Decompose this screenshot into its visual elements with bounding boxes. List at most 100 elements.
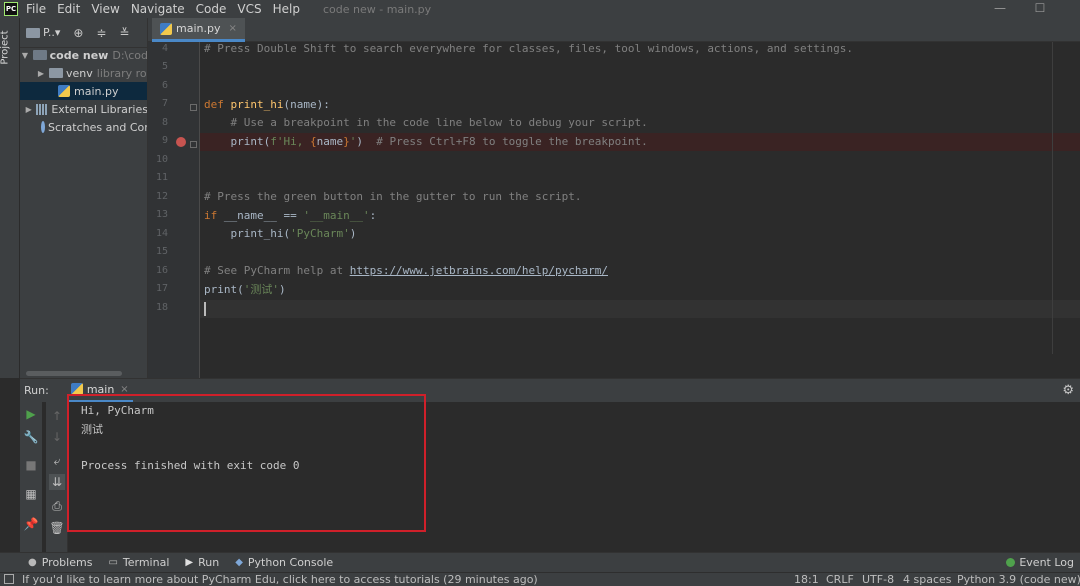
horizontal-scrollbar[interactable] <box>26 371 122 376</box>
breakpoint-icon[interactable] <box>176 137 186 147</box>
code-line-16[interactable]: # See PyCharm help at https://www.jetbra… <box>204 262 608 280</box>
code-line-9[interactable]: print(f'Hi, {name}') # Press Ctrl+F8 to … <box>204 133 648 151</box>
collapse-all-icon[interactable]: ≑ <box>93 25 109 41</box>
python-file-icon <box>70 383 83 395</box>
run-toolbar-secondary: ↑ ↓ ⤶ ⇊ ⎙ 🗑 <box>46 402 68 552</box>
close-icon[interactable]: × <box>120 384 128 395</box>
tree-item-label: code new <box>49 48 109 62</box>
layout-icon[interactable]: ▦ <box>23 486 39 502</box>
tree-item-path: D:\cod <box>112 48 148 62</box>
tab-label: main.py <box>176 22 221 35</box>
code-comment: # Press Ctrl+F8 to toggle the breakpoint… <box>376 135 648 148</box>
gear-icon[interactable]: ⚙ <box>1062 383 1074 398</box>
code-text: ) <box>349 227 357 240</box>
python-file-icon <box>160 22 172 35</box>
tree-item-main-py[interactable]: main.py <box>20 82 147 100</box>
tree-item-code-new[interactable]: ▼ code new D:\cod <box>20 46 148 64</box>
terminal-icon: ▭ <box>108 557 118 568</box>
run-icon: ▶ <box>185 557 194 568</box>
minimize-icon[interactable]: — <box>980 0 1020 18</box>
chevron-right-icon[interactable]: ▶ <box>24 105 33 114</box>
tree-item-scratches[interactable]: Scratches and Cor <box>20 118 148 136</box>
menu-navigate[interactable]: Navigate <box>131 2 185 16</box>
fold-marker-icon[interactable] <box>190 104 197 111</box>
project-toolbar: P..▾ ⊕ ≑ ≚ <box>20 18 147 48</box>
project-folder-icon <box>26 27 40 38</box>
code-function-name: print_hi <box>230 98 284 111</box>
code-line-4[interactable]: # Press Double Shift to search everywher… <box>204 40 853 58</box>
run-tab-main[interactable]: main × <box>66 379 133 403</box>
tree-item-label: Scratches and Cor <box>48 120 148 134</box>
editor-tab-main-py[interactable]: main.py × <box>152 18 245 42</box>
python-console-tool-button[interactable]: ◆ Python Console <box>235 556 333 569</box>
code-comment: # Press the green button in the gutter t… <box>204 190 582 203</box>
file-encoding[interactable]: UTF-8 <box>862 573 894 586</box>
maximize-icon[interactable]: ☐ <box>1020 0 1060 18</box>
wrench-icon[interactable]: 🔧 <box>23 429 39 445</box>
python-interpreter[interactable]: Python 3.9 (code new) <box>957 573 1080 586</box>
scroll-to-end-icon[interactable]: ⇊ <box>49 474 65 490</box>
pin-icon[interactable]: 📌 <box>23 516 39 532</box>
event-log-icon <box>1006 558 1016 567</box>
folder-icon <box>49 68 63 78</box>
rerun-icon[interactable]: ▶ <box>23 406 39 422</box>
code-comment: # See PyCharm help at <box>204 264 350 277</box>
code-editor: main.py × 4 5 6 7 8 9 10 11 12 13 14 15 … <box>148 18 1080 378</box>
line-number: 16 <box>155 265 168 276</box>
code-line-17[interactable]: print('测试') <box>204 281 286 299</box>
fold-marker-icon[interactable] <box>190 141 197 148</box>
line-number: 7 <box>161 98 168 109</box>
pycharm-logo-icon[interactable]: PC <box>4 2 18 16</box>
line-gutter[interactable]: 4 5 6 7 8 9 10 11 12 13 14 15 16 17 18 <box>148 42 200 378</box>
current-line-highlight <box>200 300 1080 318</box>
right-margin-guide <box>1052 42 1053 354</box>
terminal-tool-button[interactable]: ▭ Terminal <box>108 556 169 569</box>
code-line-8[interactable]: # Use a breakpoint in the code line belo… <box>204 114 647 132</box>
expand-all-icon[interactable]: ≚ <box>116 25 132 41</box>
scratches-icon <box>41 121 45 133</box>
menu-view[interactable]: View <box>91 2 119 16</box>
tree-item-venv[interactable]: ▶ venv library ro <box>20 64 147 82</box>
folder-icon <box>32 50 47 60</box>
code-line-7[interactable]: def print_hi(name): <box>204 96 330 114</box>
project-view-selector[interactable]: P..▾ <box>43 26 60 39</box>
status-message[interactable]: If you'd like to learn more about PyChar… <box>4 573 538 586</box>
soft-wrap-icon[interactable]: ⤶ <box>49 453 65 469</box>
status-bar: If you'd like to learn more about PyChar… <box>0 572 1080 586</box>
project-tool-window-button[interactable]: Project <box>0 24 18 80</box>
locate-target-icon[interactable]: ⊕ <box>70 25 86 41</box>
code-line-13[interactable]: if __name__ == '__main__': <box>204 207 376 225</box>
caret-position[interactable]: 18:1 <box>794 573 819 586</box>
indent-setting[interactable]: 4 spaces <box>903 573 952 586</box>
line-number: 5 <box>161 61 168 72</box>
run-panel-header: Run: main × ⚙ <box>20 378 1080 403</box>
code-string: '__main__' <box>303 209 370 222</box>
code-text: __name__ == <box>223 209 304 222</box>
code-line-14[interactable]: print_hi('PyCharm') <box>204 225 356 243</box>
chevron-down-icon[interactable]: ▼ <box>20 51 30 60</box>
close-icon[interactable]: × <box>228 23 236 34</box>
problems-icon: ● <box>28 557 37 568</box>
event-log-button[interactable]: Event Log <box>1006 556 1074 569</box>
print-icon[interactable]: ⎙ <box>49 498 65 514</box>
chevron-right-icon[interactable]: ▶ <box>36 69 46 78</box>
arrow-down-icon[interactable]: ↓ <box>49 429 65 445</box>
line-separator[interactable]: CRLF <box>826 573 854 586</box>
stop-icon[interactable]: ■ <box>23 457 39 473</box>
arrow-up-icon[interactable]: ↑ <box>49 408 65 424</box>
help-link[interactable]: https://www.jetbrains.com/help/pycharm/ <box>350 264 608 277</box>
run-tool-button[interactable]: ▶ Run <box>185 556 219 569</box>
menu-code[interactable]: Code <box>196 2 227 16</box>
problems-label: Problems <box>41 556 93 569</box>
tree-item-external-libraries[interactable]: ▶ External Libraries <box>20 100 148 118</box>
trash-icon[interactable]: 🗑 <box>49 520 65 536</box>
problems-tool-button[interactable]: ● Problems <box>28 556 92 569</box>
code-line-12[interactable]: # Press the green button in the gutter t… <box>204 188 582 206</box>
run-console[interactable]: Hi, PyCharm 测试 Process finished with exi… <box>68 402 1080 552</box>
menu-vcs[interactable]: VCS <box>237 2 261 16</box>
menu-file[interactable]: File <box>26 2 46 16</box>
menu-edit[interactable]: Edit <box>57 2 80 16</box>
python-file-icon <box>58 85 70 97</box>
tree-item-label: External Libraries <box>51 102 148 116</box>
menu-help[interactable]: Help <box>273 2 300 16</box>
